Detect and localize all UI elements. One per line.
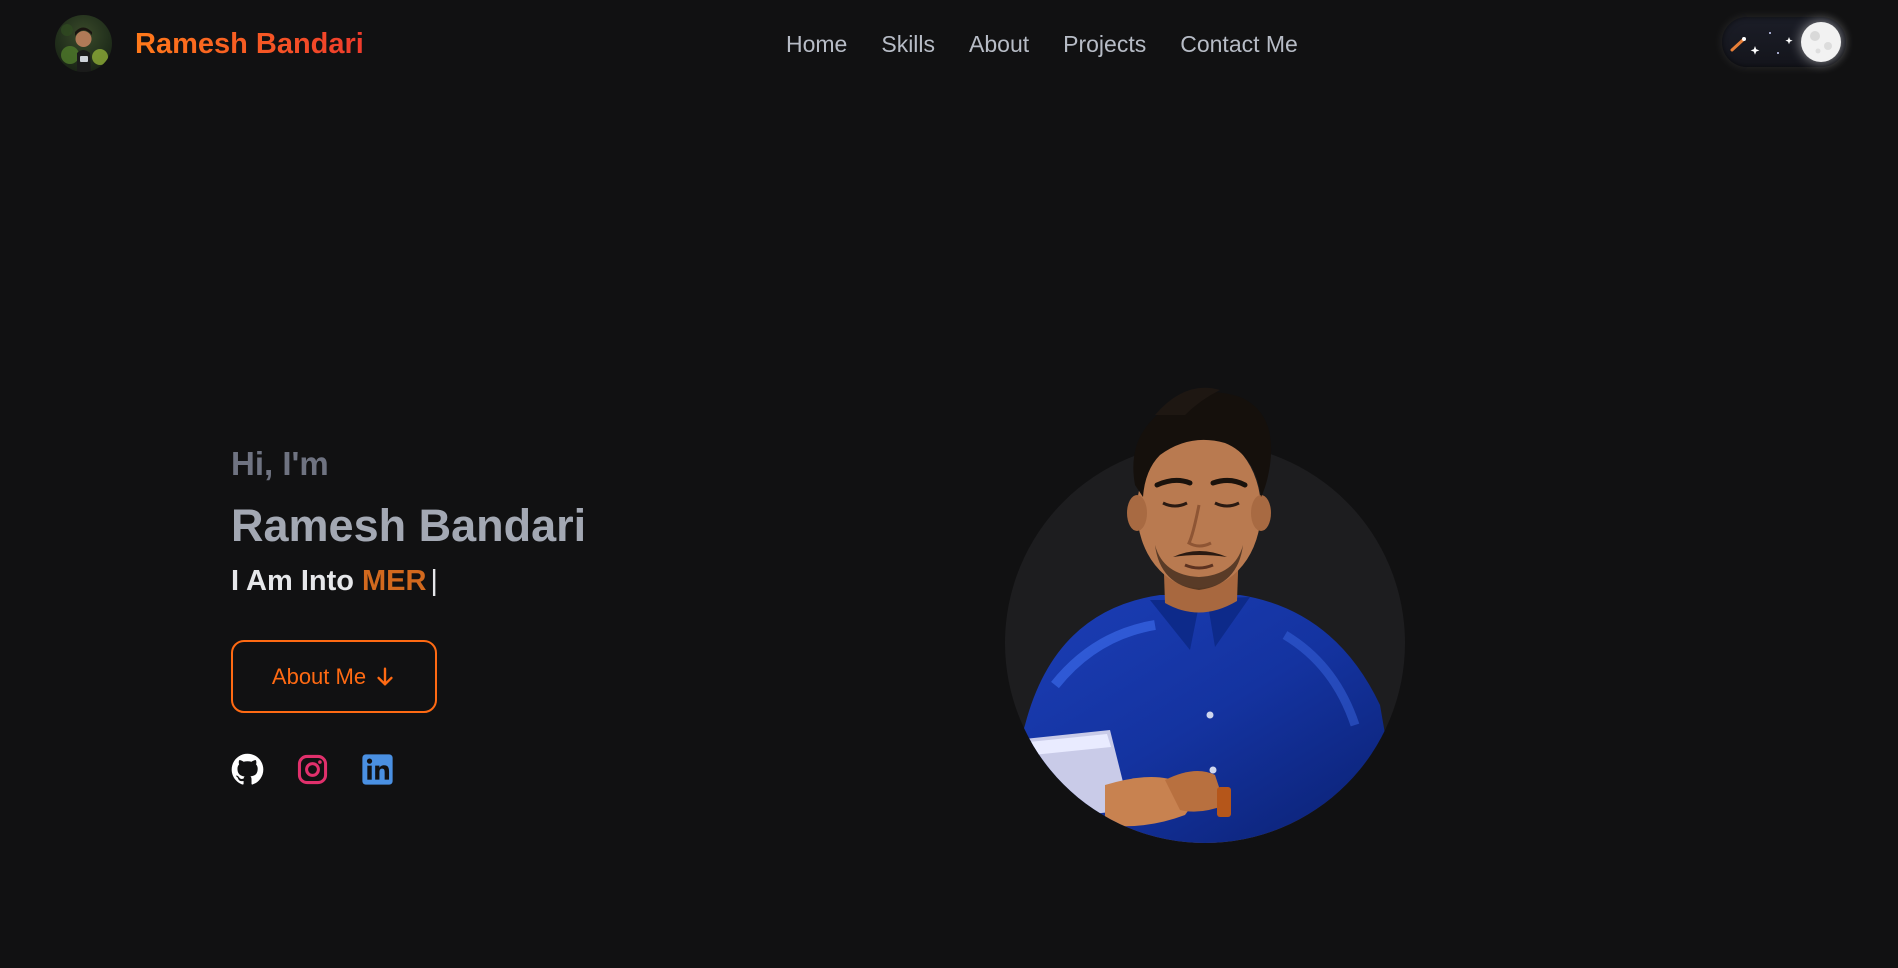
about-me-label: About Me	[271, 663, 367, 689]
typing-cursor: |	[430, 565, 438, 597]
hero-portrait	[985, 385, 1405, 850]
hero-name: Ramesh Bandari	[231, 500, 587, 551]
nav-item-about[interactable]: About	[969, 31, 1029, 58]
nav-item-contact-me[interactable]: Contact Me	[1180, 31, 1298, 58]
typing-line: I Am Into MER |	[231, 562, 438, 600]
page: Ramesh Bandari Home Skills About Project…	[0, 0, 1898, 968]
hero-greeting: Hi, I'm	[231, 445, 329, 482]
brand-name[interactable]: Ramesh Bandari	[135, 24, 364, 64]
profile-photo-icon	[61, 24, 108, 72]
navbar: Ramesh Bandari Home Skills About Project…	[0, 0, 1898, 88]
main-nav: Home Skills About Projects Contact Me	[786, 28, 1298, 60]
typing-prefix: I Am Into	[231, 565, 354, 597]
arrow-down-icon	[377, 667, 393, 686]
portrait-photo	[1005, 387, 1405, 843]
social-links	[231, 753, 394, 786]
moon-icon	[1810, 31, 1832, 54]
instagram-icon[interactable]	[296, 753, 329, 786]
theme-toggle[interactable]	[1722, 17, 1846, 67]
toggle-knob	[1801, 22, 1841, 62]
brand-avatar[interactable]	[55, 15, 112, 72]
github-icon[interactable]	[231, 753, 264, 786]
nav-item-skills[interactable]: Skills	[881, 31, 935, 58]
about-me-button[interactable]: About Me	[231, 640, 437, 713]
typing-word: MER	[361, 565, 427, 597]
nav-item-projects[interactable]: Projects	[1063, 31, 1146, 58]
linkedin-icon[interactable]	[361, 753, 394, 786]
nav-item-home[interactable]: Home	[786, 31, 847, 58]
